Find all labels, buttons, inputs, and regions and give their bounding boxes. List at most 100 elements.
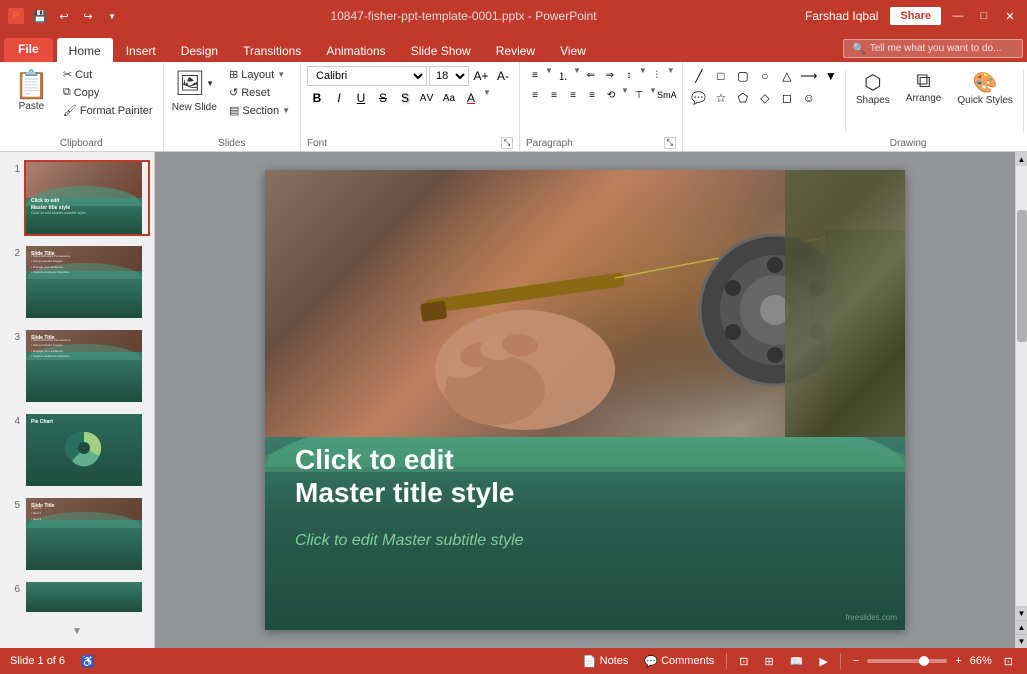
slide-thumb-5[interactable]: Slide Title • Item 1 • Item 2 • Item 3 — [24, 496, 150, 572]
slideshow-button[interactable]: ▶ — [815, 653, 831, 670]
zoom-out-button[interactable]: − — [849, 653, 863, 669]
customize-qat-btn[interactable]: ▼ — [102, 6, 122, 26]
font-dialog-launcher[interactable]: ⤡ — [501, 137, 513, 149]
paragraph-dialog-launcher[interactable]: ⤡ — [664, 137, 676, 149]
tab-transitions[interactable]: Transitions — [231, 38, 313, 62]
bullets-dropdown[interactable]: ▼ — [545, 66, 553, 84]
font-color-dropdown[interactable]: ▼ — [483, 88, 491, 108]
shape-more[interactable]: ▼ — [821, 66, 841, 86]
minimize-button[interactable]: — — [949, 7, 967, 25]
numbering-dropdown[interactable]: ▼ — [573, 66, 581, 84]
comments-button[interactable]: 💬 Comments — [640, 653, 718, 670]
search-box[interactable]: 🔍 Tell me what you want to do... — [843, 39, 1023, 58]
tab-slideshow[interactable]: Slide Show — [399, 38, 483, 62]
slide-thumb-4[interactable]: Pie Chart — [24, 412, 150, 488]
shape-line[interactable]: ╱ — [689, 66, 709, 86]
justify-button[interactable]: ≡ — [583, 86, 601, 104]
slide-thumb-6[interactable] — [24, 580, 150, 614]
align-left-button[interactable]: ≡ — [526, 86, 544, 104]
scroll-down-button[interactable]: ▼ — [1016, 606, 1027, 620]
line-spacing-dropdown[interactable]: ▼ — [639, 66, 647, 84]
new-slide-button[interactable]: 🖼 ▼ — [170, 66, 219, 101]
italic-button[interactable]: I — [329, 88, 349, 108]
section-button[interactable]: ▤ Section ▼ — [225, 102, 294, 119]
decrease-indent-button[interactable]: ⇐ — [582, 66, 600, 84]
slide-subtitle[interactable]: Click to edit Master subtitle style — [295, 532, 524, 550]
text-direction-dropdown[interactable]: ▼ — [621, 86, 629, 104]
bullets-button[interactable]: ≡ — [526, 66, 544, 84]
numbering-button[interactable]: ⒈ — [554, 66, 572, 84]
font-color-button[interactable]: A — [461, 88, 481, 108]
columns-button[interactable]: ⫶ — [648, 66, 666, 84]
align-text-button[interactable]: ⊤ — [630, 86, 648, 104]
maximize-button[interactable]: □ — [975, 7, 993, 25]
tab-home[interactable]: Home — [57, 38, 113, 62]
shape-flowchart[interactable]: ◻ — [777, 88, 797, 108]
line-spacing-button[interactable]: ↕ — [620, 66, 638, 84]
decrease-font-size-button[interactable]: A- — [493, 66, 513, 86]
smartart-button[interactable]: SmA — [658, 86, 676, 104]
copy-button[interactable]: ⧉ Copy — [59, 84, 157, 101]
char-spacing-button[interactable]: AV — [417, 88, 437, 108]
shape-circle[interactable]: ○ — [755, 66, 775, 86]
cut-button[interactable]: ✂ Cut — [59, 66, 157, 83]
reset-button[interactable]: ↺ Reset — [225, 84, 294, 101]
align-text-dropdown[interactable]: ▼ — [649, 86, 657, 104]
tab-file[interactable]: File — [4, 38, 53, 62]
shape-triangle[interactable]: △ — [777, 66, 797, 86]
page-up-button[interactable]: ▲ — [1016, 620, 1027, 634]
notes-button[interactable]: 📄 Notes — [579, 653, 632, 670]
fit-slide-button[interactable]: ⊡ — [1000, 653, 1017, 670]
scroll-thumb[interactable] — [1017, 210, 1027, 342]
zoom-in-button[interactable]: + — [951, 653, 965, 669]
normal-view-button[interactable]: ⊡ — [735, 653, 752, 670]
increase-indent-button[interactable]: ⇒ — [601, 66, 619, 84]
close-button[interactable]: ✕ — [1001, 7, 1019, 25]
tab-review[interactable]: Review — [484, 38, 547, 62]
quick-styles-button[interactable]: 🎨 Quick Styles — [951, 66, 1019, 110]
shape-pentagon[interactable]: ⬠ — [733, 88, 753, 108]
tab-insert[interactable]: Insert — [114, 38, 168, 62]
text-shadow-button[interactable]: S — [395, 88, 415, 108]
zoom-slider[interactable] — [867, 659, 947, 663]
font-size-select[interactable]: 18 — [429, 66, 469, 86]
shape-rounded-rect[interactable]: ▢ — [733, 66, 753, 86]
align-right-button[interactable]: ≡ — [564, 86, 582, 104]
slide-thumb-2[interactable]: Slide Title • Some Effective Persuasions… — [24, 244, 150, 320]
shape-smiley[interactable]: ☺ — [799, 88, 819, 108]
shape-callout[interactable]: 💬 — [689, 88, 709, 108]
slide-sorter-button[interactable]: ⊞ — [760, 653, 777, 670]
shapes-button[interactable]: ⬡ Shapes — [850, 66, 896, 110]
format-painter-button[interactable]: 🖌 Format Painter — [59, 102, 157, 119]
increase-font-size-button[interactable]: A+ — [471, 66, 491, 86]
strikethrough-button[interactable]: S — [373, 88, 393, 108]
center-button[interactable]: ≡ — [545, 86, 563, 104]
save-btn[interactable]: 💾 — [30, 6, 50, 26]
accessibility-button[interactable]: ♿ — [77, 653, 99, 670]
shape-diamond[interactable]: ◇ — [755, 88, 775, 108]
shape-rect[interactable]: □ — [711, 66, 731, 86]
page-down-button[interactable]: ▼ — [1016, 634, 1027, 648]
undo-btn[interactable]: ↩ — [54, 6, 74, 26]
slide-thumb-3[interactable]: Slide Title • Some Effective Persuasions… — [24, 328, 150, 404]
shape-arrow[interactable]: ⟶ — [799, 66, 819, 86]
bold-button[interactable]: B — [307, 88, 327, 108]
slide-thumb-1[interactable]: Click to edit Master title style Click t… — [24, 160, 150, 236]
slide-title[interactable]: Click to edit Master title style — [295, 443, 514, 510]
scroll-up-button[interactable]: ▲ — [1016, 152, 1027, 166]
columns-dropdown[interactable]: ▼ — [667, 66, 675, 84]
change-case-button[interactable]: Aa — [439, 88, 459, 108]
slide-canvas[interactable]: Click to edit Master title style Click t… — [265, 170, 905, 630]
tab-animations[interactable]: Animations — [314, 38, 397, 62]
arrange-button[interactable]: ⧉ Arrange — [900, 66, 948, 110]
shape-star[interactable]: ☆ — [711, 88, 731, 108]
tab-design[interactable]: Design — [169, 38, 230, 62]
panel-scroll-down-btn[interactable]: ▼ — [72, 626, 82, 637]
share-button[interactable]: Share — [890, 7, 941, 25]
underline-button[interactable]: U — [351, 88, 371, 108]
reading-view-button[interactable]: 📖 — [786, 653, 808, 670]
paste-button[interactable]: 📋 Paste — [6, 66, 57, 114]
font-name-select[interactable]: Calibri — [307, 66, 427, 86]
tab-view[interactable]: View — [548, 38, 598, 62]
layout-button[interactable]: ⊞ Layout ▼ — [225, 66, 294, 83]
